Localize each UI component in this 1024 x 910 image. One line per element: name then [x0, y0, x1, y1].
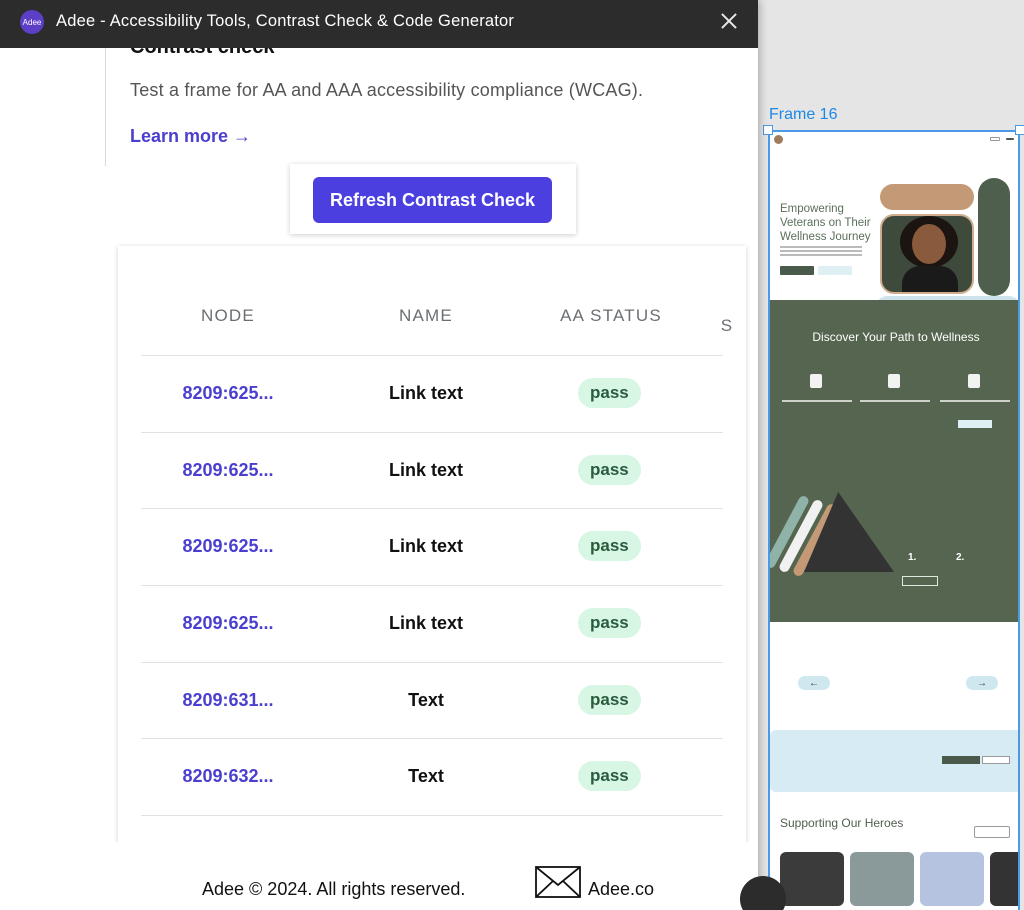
- refresh-contrast-check-button[interactable]: Refresh Contrast Check: [313, 177, 552, 223]
- mini-site-nav: [770, 132, 1018, 146]
- plugin-title: Adee - Accessibility Tools, Contrast Che…: [56, 12, 515, 30]
- status-badge: pass: [578, 684, 641, 715]
- node-id-link[interactable]: 8209:625...: [141, 536, 315, 557]
- mini-explore-blog-button: [974, 826, 1010, 838]
- learn-more-link[interactable]: Learn more →: [130, 126, 251, 147]
- mini-blog-thumb: [780, 852, 844, 906]
- close-icon[interactable]: [716, 8, 742, 34]
- mini-tan-pill: [880, 184, 974, 210]
- mini-appointment-button: [818, 266, 852, 275]
- adee-website-link[interactable]: Adee.co: [588, 879, 654, 900]
- status-badge: pass: [578, 761, 641, 792]
- resize-handle[interactable]: [1015, 125, 1024, 135]
- status-badge: pass: [578, 608, 641, 639]
- mini-blog-title: Supporting Our Heroes: [780, 816, 904, 830]
- table-header: NODE NAME AA STATUS S: [141, 246, 732, 356]
- status-badge: pass: [578, 454, 641, 485]
- mini-blog-thumb: [850, 852, 914, 906]
- mini-explore-button: [902, 576, 938, 586]
- section-heading: Contrast check: [130, 48, 275, 59]
- mini-hero: Empowering Veterans on Their Wellness Jo…: [770, 146, 1018, 318]
- table-row[interactable]: 8209:632... Text pass: [141, 739, 723, 817]
- node-id-link[interactable]: 8209:631...: [141, 690, 315, 711]
- table-row[interactable]: 8209:631... Text pass: [141, 663, 723, 740]
- copyright-text: Adee © 2024. All rights reserved.: [202, 879, 466, 899]
- mail-icon[interactable]: [535, 866, 581, 898]
- arrow-right-icon: →: [966, 676, 998, 690]
- mini-step-2: 2.: [956, 552, 965, 563]
- mini-blog-thumb: [990, 852, 1018, 906]
- node-name: Link text: [388, 383, 463, 403]
- footsteps-icon: [968, 374, 980, 388]
- mini-green-title: Discover Your Path to Wellness: [812, 330, 980, 344]
- node-name: Link text: [388, 536, 463, 557]
- mini-portrait-image: [880, 214, 974, 294]
- node-name: Link text: [388, 459, 463, 480]
- mini-step-1: 1.: [908, 552, 917, 563]
- table-row[interactable]: 8209:625... Link text pass: [141, 356, 723, 433]
- node-name: Link text: [388, 613, 463, 634]
- mini-green-pill: [978, 178, 1010, 296]
- results-table: NODE NAME AA STATUS S 8209:625... Link t…: [141, 246, 732, 817]
- adee-logo: Adee: [20, 10, 44, 34]
- status-badge: pass: [578, 531, 641, 562]
- header-aa-status[interactable]: AA STATUS: [551, 306, 671, 326]
- node-id-link[interactable]: 8209:625...: [141, 460, 315, 481]
- table-row[interactable]: 8209:625... Link text pass: [141, 586, 723, 663]
- mini-blog-thumb: [920, 852, 984, 906]
- arrow-left-icon: ←: [798, 676, 830, 690]
- plugin-window: Adee Adee - Accessibility Tools, Contras…: [0, 0, 758, 910]
- header-aaa-status[interactable]: S: [717, 316, 737, 336]
- plugin-content[interactable]: Contrast check Test a frame for AA and A…: [0, 48, 758, 842]
- resize-handle[interactable]: [763, 125, 773, 135]
- star-icon: [810, 374, 822, 388]
- node-name: Text: [408, 766, 444, 787]
- mini-green-section: Discover Your Path to Wellness 1. 2.: [770, 300, 1018, 622]
- mini-contact-button: [990, 137, 1000, 141]
- mini-book-button: [1006, 138, 1014, 140]
- mini-cta-banner: [770, 730, 1018, 792]
- header-name[interactable]: NAME: [329, 306, 523, 326]
- frame-label[interactable]: Frame 16: [769, 106, 837, 124]
- figma-canvas[interactable]: Frame 16 Empowering Veterans on Their We…: [758, 0, 1024, 910]
- plugin-footer: Adee © 2024. All rights reserved. Adee.c…: [0, 842, 758, 910]
- header-node[interactable]: NODE: [141, 306, 315, 326]
- table-row[interactable]: 8209:625... Link text pass: [141, 509, 723, 587]
- section-description: Test a frame for AA and AAA accessibilit…: [130, 80, 644, 100]
- mini-site-logo: [774, 134, 783, 144]
- results-table-card[interactable]: NODE NAME AA STATUS S 8209:625... Link t…: [118, 246, 746, 842]
- node-name: Text: [408, 689, 444, 710]
- divider: [105, 48, 106, 166]
- handshake-icon: [888, 374, 900, 388]
- status-badge: pass: [578, 378, 641, 408]
- table-row[interactable]: 8209:625... Link text pass: [141, 433, 723, 510]
- selected-frame[interactable]: Empowering Veterans on Their Wellness Jo…: [768, 130, 1020, 910]
- refresh-container: Refresh Contrast Check: [290, 164, 576, 234]
- mini-start-button: [958, 420, 992, 428]
- plugin-titlebar[interactable]: Adee Adee - Accessibility Tools, Contras…: [0, 0, 758, 48]
- node-id-link[interactable]: 8209:632...: [141, 766, 315, 787]
- node-id-link[interactable]: 8209:625...: [141, 383, 315, 404]
- mini-learn-more-button: [780, 266, 814, 275]
- node-id-link[interactable]: 8209:625...: [141, 613, 315, 634]
- mini-hero-heading: Empowering Veterans on Their Wellness Jo…: [780, 203, 871, 243]
- mini-hero-text: [780, 246, 862, 260]
